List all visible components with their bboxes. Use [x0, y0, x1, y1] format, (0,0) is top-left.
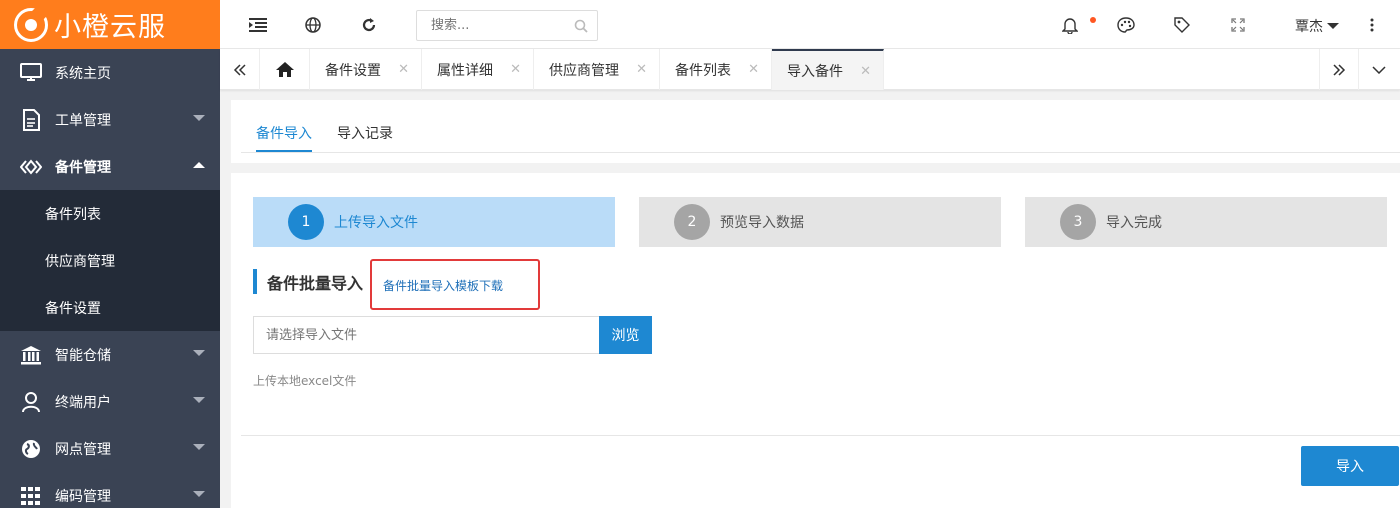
section-title: 备件批量导入 — [253, 269, 363, 294]
chevron-up-icon — [193, 162, 205, 168]
caret-down-icon — [1327, 23, 1339, 29]
tab-parts-list[interactable]: 备件列表 ✕ — [660, 49, 772, 90]
search-box[interactable] — [416, 10, 598, 41]
chevron-down-icon — [193, 397, 205, 403]
user-icon — [20, 391, 42, 413]
refresh-icon[interactable] — [359, 15, 379, 35]
import-button[interactable]: 导入 — [1301, 446, 1399, 486]
sidebar: 小橙云服 系统主页 工单管理 备件管理 备件列表 供应商管理 备件设置 智能仓储 — [0, 0, 220, 508]
file-path-input[interactable] — [254, 317, 600, 353]
step-label: 上传导入文件 — [334, 215, 418, 231]
tabs-scroll-left-button[interactable] — [220, 49, 260, 90]
bell-icon[interactable] — [1060, 15, 1080, 35]
tab-import-records[interactable]: 导入记录 — [337, 123, 393, 143]
globe-icon — [20, 438, 42, 460]
browse-button[interactable]: 浏览 — [599, 316, 652, 354]
step-number: 2 — [674, 204, 710, 240]
top-header: 覃杰 — [220, 0, 1400, 49]
logo[interactable]: 小橙云服 — [0, 0, 220, 49]
sidebar-item-endusers[interactable]: 终端用户 — [0, 378, 220, 425]
sidebar-item-label: 系统主页 — [55, 65, 111, 82]
content-tabs-card: 备件导入 导入记录 — [231, 100, 1400, 163]
bank-icon — [20, 344, 42, 366]
tabs-dropdown-button[interactable] — [1359, 49, 1399, 90]
close-icon[interactable]: ✕ — [398, 62, 409, 77]
sidebar-item-workorder[interactable]: 工单管理 — [0, 96, 220, 143]
step-label: 预览导入数据 — [720, 215, 804, 231]
sidebar-item-label: 工单管理 — [55, 112, 111, 129]
tab-attribute-details[interactable]: 属性详细 ✕ — [422, 49, 534, 90]
monitor-icon — [20, 62, 42, 84]
sidebar-subitem-parts-settings[interactable]: 备件设置 — [0, 284, 220, 331]
tab-parts-settings[interactable]: 备件设置 ✕ — [310, 49, 422, 90]
sidebar-item-home[interactable]: 系统主页 — [0, 49, 220, 96]
logo-icon — [14, 7, 48, 42]
home-icon — [275, 62, 294, 77]
tab-parts-import[interactable]: 备件导入 — [256, 123, 312, 143]
sidebar-item-outlets[interactable]: 网点管理 — [0, 425, 220, 472]
sidebar-item-label: 网点管理 — [55, 441, 111, 458]
fullscreen-icon[interactable] — [1228, 15, 1248, 35]
tab-label: 供应商管理 — [549, 62, 619, 79]
tab-import-parts[interactable]: 导入备件 ✕ — [772, 49, 884, 90]
document-icon — [20, 108, 42, 131]
tab-label: 备件设置 — [325, 62, 381, 79]
tab-label: 导入备件 — [787, 63, 843, 80]
sidebar-item-label: 智能仓储 — [55, 347, 111, 364]
globe-icon[interactable] — [303, 15, 323, 35]
tab-supplier[interactable]: 供应商管理 ✕ — [534, 49, 660, 90]
logo-text: 小橙云服 — [54, 12, 166, 43]
user-name: 覃杰 — [1295, 19, 1323, 35]
step-number: 3 — [1060, 204, 1096, 240]
diamond-icon — [20, 156, 42, 178]
page-tab-bar: 备件设置 ✕ 属性详细 ✕ 供应商管理 ✕ 备件列表 ✕ 导入备件 ✕ — [220, 49, 1400, 90]
divider — [241, 435, 1400, 436]
chevron-down-icon — [193, 444, 205, 450]
step-upload: 1 上传导入文件 — [253, 197, 615, 247]
close-icon[interactable]: ✕ — [636, 62, 647, 77]
notification-dot — [1090, 17, 1096, 23]
chevron-down-icon — [193, 491, 205, 497]
search-icon[interactable] — [574, 19, 588, 37]
chevron-down-icon — [193, 350, 205, 356]
chevron-down-icon — [193, 115, 205, 121]
sidebar-item-label: 备件管理 — [55, 159, 111, 176]
import-card: 1 上传导入文件 2 预览导入数据 3 导入完成 备件批量导入 备件批量导入模板… — [231, 173, 1400, 508]
step-complete: 3 导入完成 — [1025, 197, 1387, 247]
sidebar-submenu: 备件列表 供应商管理 备件设置 — [0, 190, 220, 331]
sidebar-item-parts[interactable]: 备件管理 — [0, 143, 220, 190]
close-icon[interactable]: ✕ — [860, 64, 871, 79]
close-icon[interactable]: ✕ — [748, 62, 759, 77]
upload-hint: 上传本地excel文件 — [253, 374, 357, 388]
template-download-link[interactable]: 备件批量导入模板下载 — [383, 277, 503, 294]
tabs-scroll-right-button[interactable] — [1319, 49, 1359, 90]
user-menu[interactable]: 覃杰 — [1295, 16, 1339, 36]
active-tab-indicator — [256, 150, 312, 152]
tab-divider — [241, 152, 1400, 153]
menu-fold-icon[interactable] — [248, 15, 268, 35]
search-input[interactable] — [417, 11, 567, 40]
close-icon[interactable]: ✕ — [510, 62, 521, 77]
sidebar-item-warehouse[interactable]: 智能仓储 — [0, 331, 220, 378]
tab-label: 备件列表 — [675, 62, 731, 79]
tab-home[interactable] — [260, 49, 310, 90]
sidebar-subitem-supplier[interactable]: 供应商管理 — [0, 237, 220, 284]
tag-icon[interactable] — [1172, 15, 1192, 35]
more-icon[interactable] — [1362, 15, 1382, 35]
sidebar-item-label: 终端用户 — [55, 394, 111, 411]
grid-icon — [20, 485, 42, 507]
tab-label: 属性详细 — [437, 62, 493, 79]
palette-icon[interactable] — [1116, 15, 1136, 35]
sidebar-subitem-parts-list[interactable]: 备件列表 — [0, 190, 220, 237]
file-input-wrapper[interactable] — [253, 316, 600, 354]
step-label: 导入完成 — [1106, 215, 1162, 231]
step-preview: 2 预览导入数据 — [639, 197, 1001, 247]
sidebar-item-label: 编码管理 — [55, 488, 111, 505]
sidebar-item-coding[interactable]: 编码管理 — [0, 472, 220, 508]
step-number: 1 — [288, 204, 324, 240]
